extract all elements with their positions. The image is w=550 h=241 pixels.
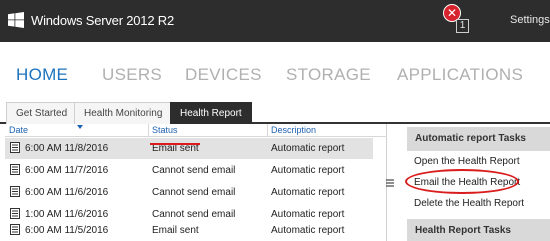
tab-health-monitoring[interactable]: Health Monitoring [74, 102, 173, 124]
row-description: Automatic report [271, 225, 345, 236]
alert-count-badge: 1 [456, 19, 469, 33]
report-document-icon [10, 224, 20, 235]
row-status: Email sent [152, 225, 199, 236]
table-row[interactable]: 6:00 AM 11/8/2016 Email sent Automatic r… [5, 138, 373, 159]
tab-strip: Get Started Health Monitoring Health Rep… [0, 98, 550, 124]
row-date: 6:00 AM 11/5/2016 [25, 225, 109, 236]
table-row[interactable]: 6:00 AM 11/5/2016 Email sent Automatic r… [5, 220, 373, 241]
nav-home[interactable]: HOME [16, 65, 68, 85]
column-divider [267, 124, 268, 137]
title-bar: Windows Server 2012 R2 ✕ 1 Settings [0, 0, 550, 42]
tab-health-report[interactable]: Health Report [170, 102, 252, 124]
table-row[interactable]: 6:00 AM 11/6/2016 Cannot send email Auto… [5, 182, 373, 203]
nav-storage[interactable]: STORAGE [286, 65, 371, 85]
health-report-tasks-heading: Health Report Tasks [407, 219, 550, 241]
row-description: Automatic report [271, 143, 345, 154]
row-description: Automatic report [271, 209, 345, 220]
automatic-report-tasks-heading: Automatic report Tasks [407, 127, 550, 151]
column-header-status[interactable]: Status [152, 125, 178, 135]
nav-devices[interactable]: DEVICES [185, 65, 262, 85]
row-status: Cannot send email [152, 209, 236, 220]
sort-descending-icon [77, 125, 83, 129]
column-header-description[interactable]: Description [271, 125, 316, 135]
row-date: 6:00 AM 11/6/2016 [25, 187, 109, 198]
column-header-date[interactable]: Date [9, 125, 28, 135]
brand: Windows Server 2012 R2 [8, 12, 174, 28]
status-highlight-underline [150, 143, 200, 145]
open-health-report-link[interactable]: Open the Health Report [414, 156, 520, 167]
app-title: Windows Server 2012 R2 [31, 12, 174, 28]
nav-users[interactable]: USERS [102, 65, 162, 85]
splitter-grip-icon[interactable] [386, 178, 394, 188]
settings-link[interactable]: Settings [510, 14, 550, 26]
report-document-icon [10, 164, 20, 175]
row-date: 6:00 AM 11/8/2016 [25, 143, 109, 154]
row-date: 6:00 AM 11/7/2016 [25, 165, 109, 176]
table-row[interactable]: 6:00 AM 11/7/2016 Cannot send email Auto… [5, 160, 373, 181]
delete-health-report-link[interactable]: Delete the Health Report [414, 198, 524, 209]
row-date: 1:00 AM 11/6/2016 [25, 209, 109, 220]
report-document-icon [10, 142, 20, 153]
main-navigation: HOME USERS DEVICES STORAGE APPLICATIONS [0, 42, 550, 98]
tab-get-started[interactable]: Get Started [6, 102, 78, 124]
windows-logo-icon [8, 12, 24, 28]
column-divider [148, 124, 149, 137]
grid-header: Date Status Description [5, 124, 387, 137]
row-description: Automatic report [271, 187, 345, 198]
nav-applications[interactable]: APPLICATIONS [397, 65, 523, 85]
row-status: Cannot send email [152, 187, 236, 198]
health-report-grid: Date Status Description 6:00 AM 11/8/201… [5, 124, 387, 241]
report-document-icon [10, 186, 20, 197]
alerts-button[interactable]: ✕ 1 [443, 4, 473, 36]
row-description: Automatic report [271, 165, 345, 176]
row-status: Cannot send email [152, 165, 236, 176]
report-document-icon [10, 208, 20, 219]
email-link-highlight-circle [405, 169, 519, 194]
